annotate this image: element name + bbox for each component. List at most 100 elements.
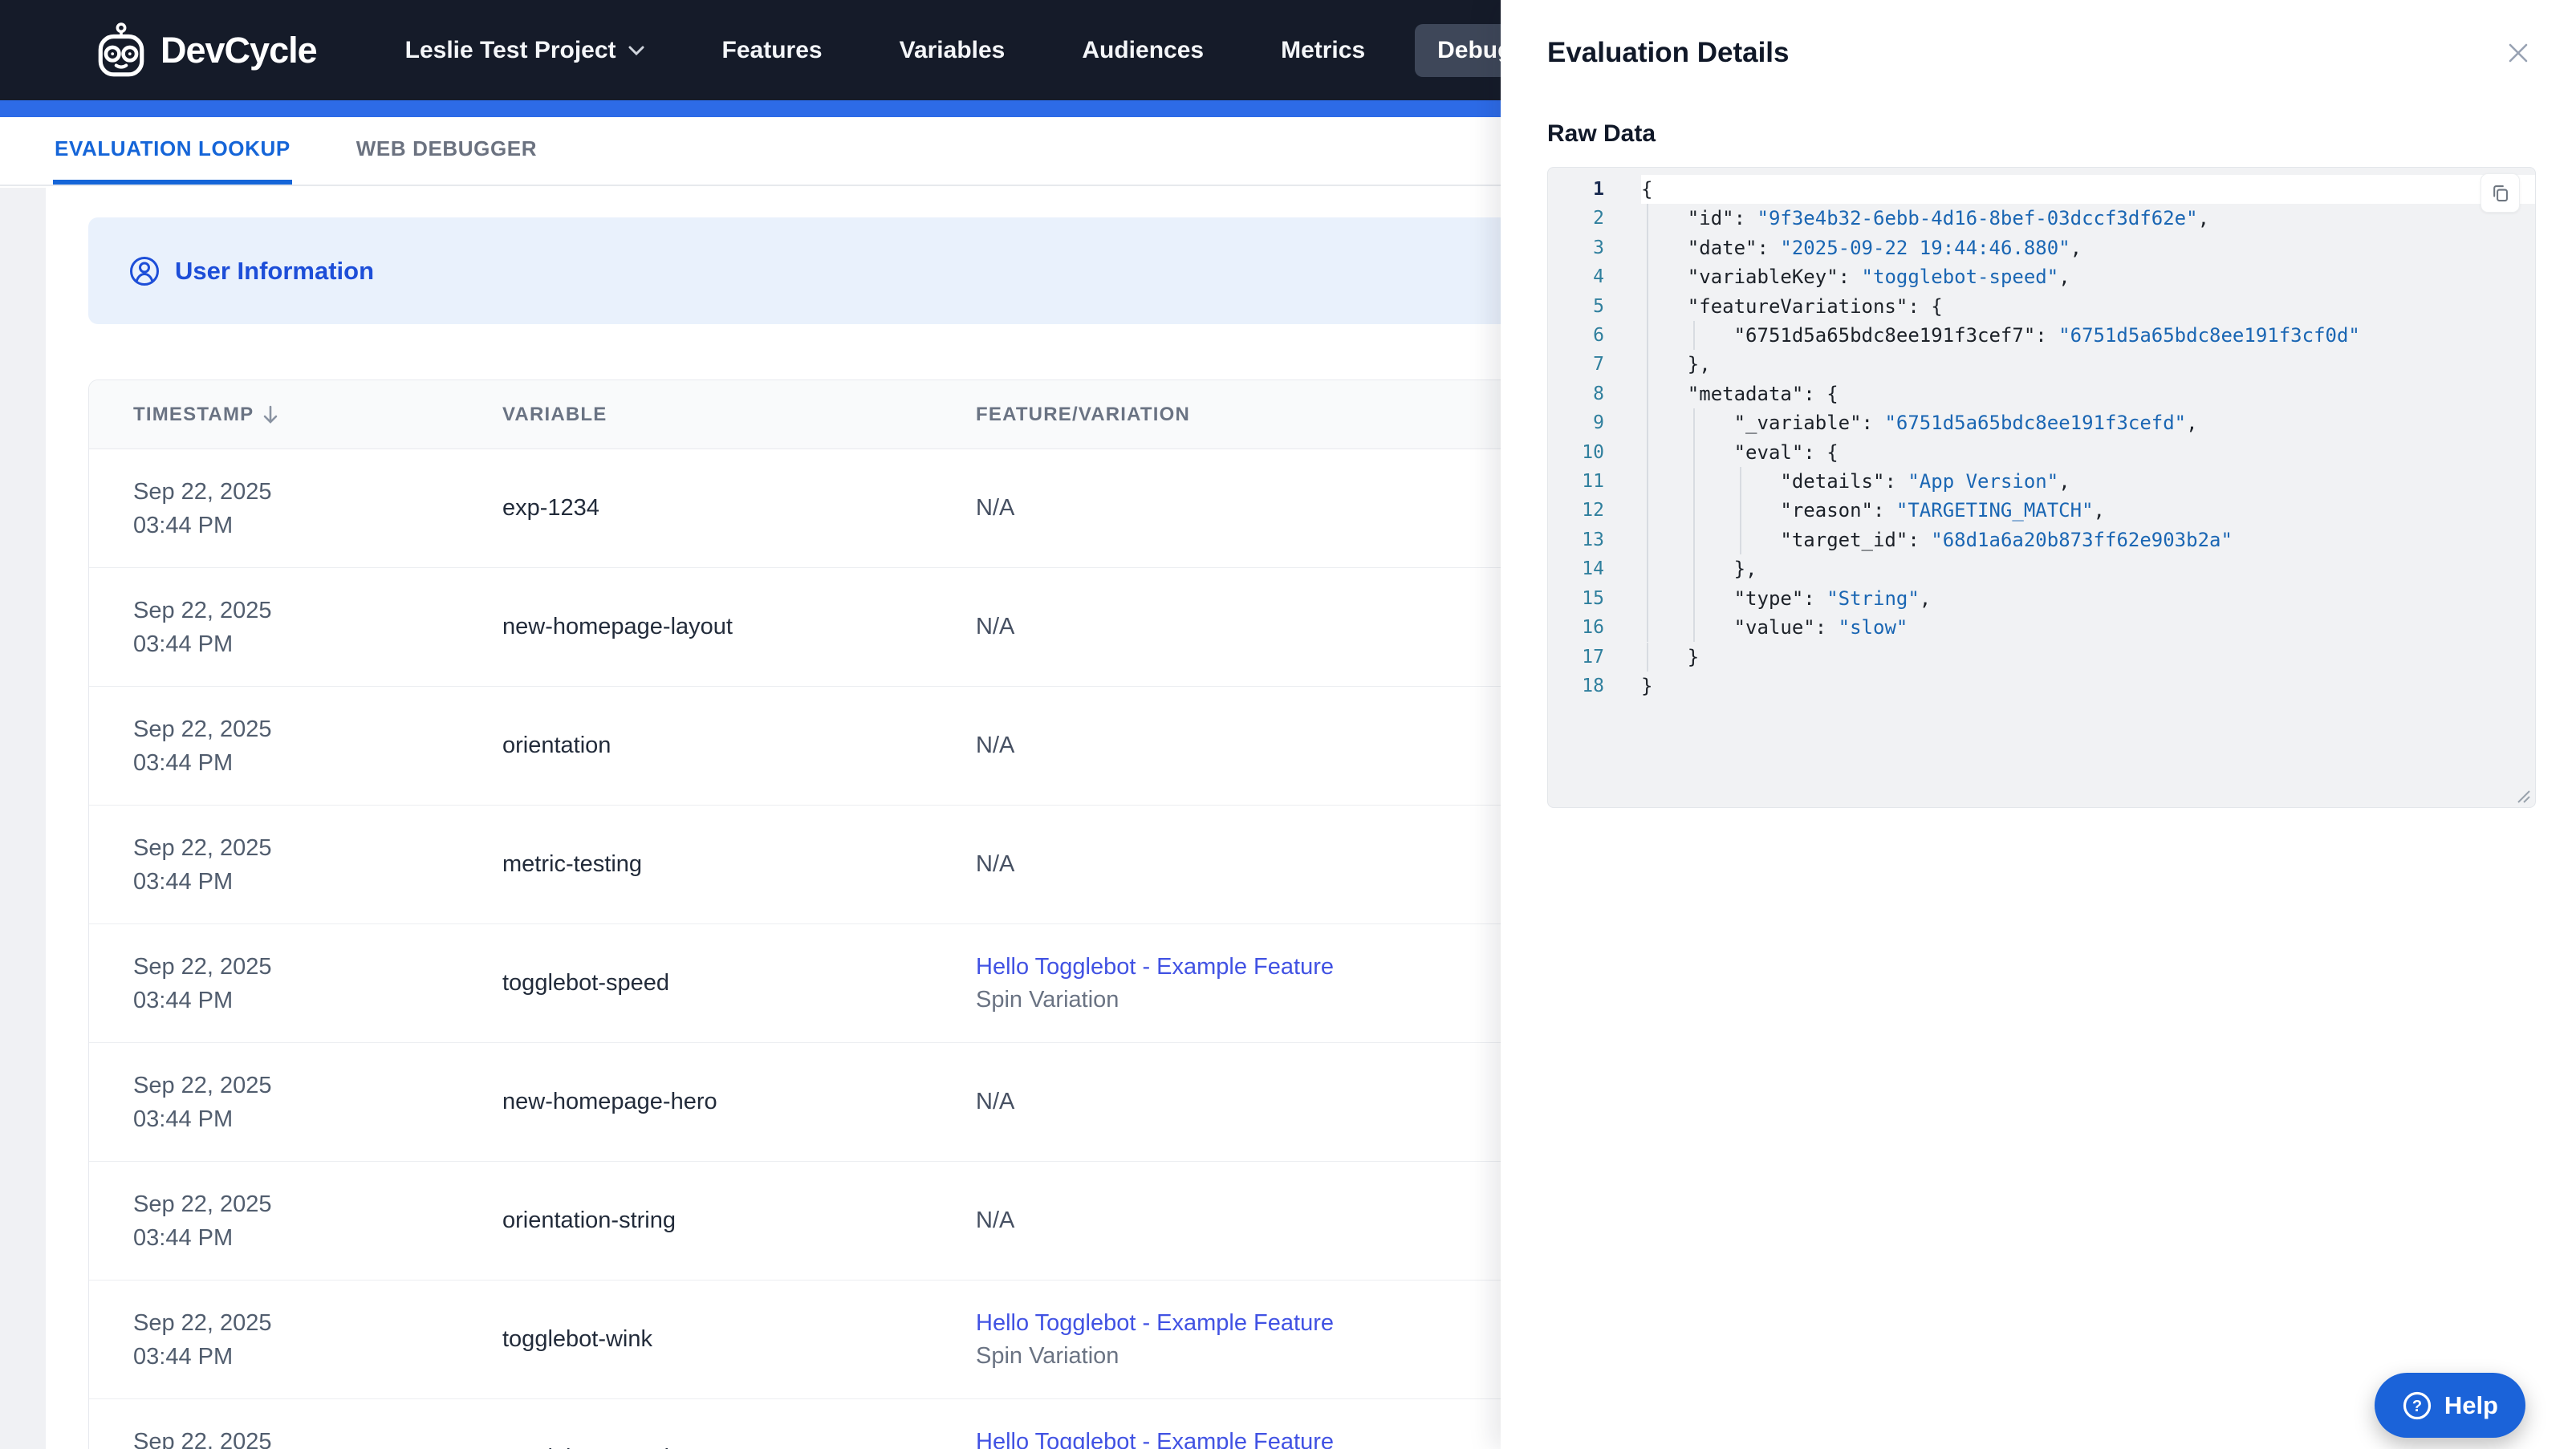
code-line: 14}, [1548,554,2535,585]
code-text: "6751d5a65bdc8ee191f3cef7": "6751d5a65bd… [1641,321,2535,351]
code-line: 2 "id": "9f3e4b32-6ebb-4d16-8bef-03dccf3d… [1548,204,2535,234]
table-row[interactable]: Sep 22, 2025 03:44 PM orientation N/A [89,687,1548,806]
line-number: 17 [1582,646,1604,668]
timestamp-cell: Sep 22, 202503:44 PM [89,950,502,1017]
code-segment: "target_id" [1780,528,1908,551]
raw-data-code-block[interactable]: 1 {2 "id": "9f3e4b32-6ebb-4d16-8bef-03dccf… [1547,167,2536,808]
column-header-variable[interactable]: VARIABLE [502,404,976,426]
timestamp-cell: Sep 22, 202503:44 PM [89,831,502,899]
svg-text:?: ? [2412,1398,2422,1415]
code-line: 9 "_variable": "6751d5a65bdc8ee191f3cefd"… [1548,408,2535,439]
indent-guide [1641,408,1688,439]
table-row[interactable]: Sep 22, 2025 03:44 PM new-homepage-hero N/A [89,1043,1548,1162]
table-body: Sep 22, 2025 03:44 PM exp-1234 N/A Sep 22, 2… [89,449,1548,1449]
code-segment: { [1641,178,1653,201]
line-number: 5 [1593,295,1604,317]
code-line: 11 "details": "App Version", [1548,467,2535,497]
code-segment: "togglebot-speed" [1861,266,2059,289]
code-segment: : { [1803,440,1839,464]
code-text: "featureVariations": { [1641,291,2535,322]
timestamp-date: Sep 22, 2025 [133,597,272,623]
code-segment: "6751d5a65bdc8ee191f3cf0d" [2058,324,2360,347]
code-text: }, [1641,554,2535,585]
indent-guide [1641,204,1688,234]
code-segment: : { [1803,382,1839,405]
code-text: "details": "App Version", [1641,467,2535,497]
timestamp-time: 03:44 PM [133,1106,234,1132]
nav-item-variables[interactable]: Variables [900,37,1006,64]
code-line: 12 "reason": "TARGETING_MATCH", [1548,496,2535,526]
panel-title: Evaluation Details [1547,37,1790,68]
variable-cell: orientation-string [502,1208,676,1233]
indent-guide [1688,525,1734,555]
indent-guide [1734,467,1781,497]
code-text: }, [1641,350,2535,380]
nav-item-metrics[interactable]: Metrics [1281,37,1365,64]
nav-links: Features Variables Audiences Metrics [722,37,1366,64]
brand-logo[interactable]: DevCycle [95,22,318,79]
line-number: 1 [1593,179,1604,200]
column-header-feature-variation[interactable]: FEATURE/VARIATION [976,404,1548,426]
feature-variation-cell: Hello Togglebot - Example FeatureSpin Va… [976,951,1548,1017]
code-lines: 1 {2 "id": "9f3e4b32-6ebb-4d16-8bef-03dccf… [1548,175,2535,700]
indent-guide [1688,554,1734,585]
code-segment: "App Version" [1908,470,2059,493]
feature-variation-cell: N/A [976,851,1548,878]
tab-web-debugger[interactable]: WEB DEBUGGER [355,117,538,185]
table-row[interactable]: Sep 22, 202503:44 PMtogglebot-speedHello… [89,924,1548,1043]
column-header-timestamp[interactable]: TIMESTAMP [89,404,502,426]
indent-guide [1688,437,1734,468]
project-name: Leslie Test Project [404,36,616,63]
nav-item-features[interactable]: Features [722,37,823,64]
feature-link[interactable]: Hello Togglebot - Example Feature [976,1426,1548,1449]
code-text: } [1641,672,2535,700]
code-line: 13 "target_id": "68d1a6a20b873ff62e903b2a… [1548,525,2535,555]
code-segment: "featureVariations" [1687,294,1908,318]
code-line: 5 "featureVariations": { [1548,291,2535,322]
line-number: 16 [1582,617,1604,639]
table-row[interactable]: Sep 22, 202503:44 PMtogglebot-speedHello… [89,1399,1548,1449]
code-segment: }, [1687,353,1711,376]
user-information-section[interactable]: User Information [88,217,1525,324]
tab-evaluation-lookup[interactable]: EVALUATION LOOKUP [53,117,292,185]
app-root: DevCycle Leslie Test Project Features Var… [0,0,2576,1449]
evaluation-details-panel: Evaluation Details Raw Data 1{2 "id": "9f… [1501,0,2576,1449]
code-segment: }, [1733,558,1757,581]
indent-guide [1734,496,1781,526]
variable-cell: togglebot-speed [502,1445,976,1449]
code-line: 10 "eval": { [1548,437,2535,468]
help-button[interactable]: ? Help [2374,1373,2525,1438]
code-segment: "date" [1687,236,1757,259]
table-row[interactable]: Sep 22, 2025 03:44 PM metric-testing N/A [89,806,1548,924]
line-number: 4 [1593,266,1604,288]
copy-button[interactable] [2481,173,2520,213]
variable-cell: metric-testing [502,851,643,877]
indent-guide [1641,554,1688,585]
line-number: 8 [1593,383,1604,404]
feature-link[interactable]: Hello Togglebot - Example Feature [976,1307,1548,1340]
indent-guide [1688,467,1734,497]
help-label: Help [2444,1390,2498,1419]
tab-bar: EVALUATION LOOKUP WEB DEBUGGER [0,117,1501,186]
table-row[interactable]: Sep 22, 2025 03:44 PM new-homepage-layout N… [89,568,1548,687]
table-row[interactable]: Sep 22, 2025 03:44 PM exp-1234 N/A [89,449,1548,568]
table-row[interactable]: Sep 22, 2025 03:44 PM orientation-string N/… [89,1162,1548,1281]
code-text: "id": "9f3e4b32-6ebb-4d16-8bef-03dccf3df… [1641,204,2535,234]
na-label: N/A [976,733,1015,758]
indent-guide [1688,408,1734,439]
table-row[interactable]: Sep 22, 2025 03:44 PM togglebot-wink Hello … [89,1281,1548,1399]
timestamp-time: 03:44 PM [133,987,234,1013]
close-panel-button[interactable] [2501,35,2536,71]
feature-link[interactable]: Hello Togglebot - Example Feature [976,951,1548,984]
project-selector[interactable]: Leslie Test Project [405,37,645,64]
variable-cell: orientation [502,733,611,758]
line-number: 9 [1593,412,1604,434]
variable-cell: new-homepage-layout [502,614,733,639]
line-number: 6 [1593,325,1604,347]
line-number: 7 [1593,354,1604,375]
nav-item-audiences[interactable]: Audiences [1082,37,1204,64]
resize-grip[interactable] [2513,786,2531,804]
panel-header: Evaluation Details [1501,0,2576,71]
timestamp-cell: Sep 22, 202503:44 PM [89,1425,502,1449]
indent-guide [1641,613,1688,643]
